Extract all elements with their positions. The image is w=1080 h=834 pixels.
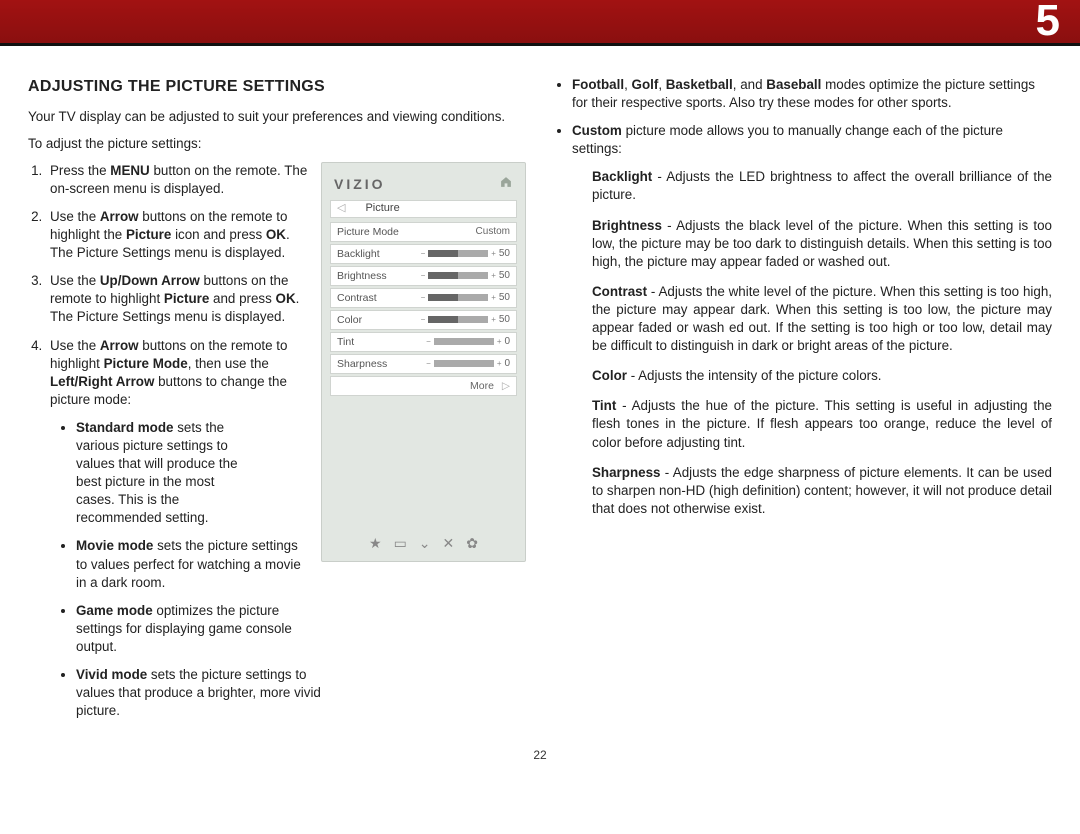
page-number: 22 xyxy=(0,748,1080,770)
mode-custom: Custom picture mode allows you to manual… xyxy=(572,122,1052,158)
label-sharpness: Sharpness xyxy=(337,357,387,371)
value-tint: 0 xyxy=(504,336,510,347)
value-backlight: 50 xyxy=(499,248,510,259)
chapter-number: 5 xyxy=(1036,0,1060,46)
mode-game: Game mode optimizes the picture settings… xyxy=(76,602,321,656)
label-contrast: Contrast xyxy=(337,291,377,305)
close-icon: ✕ xyxy=(443,534,455,553)
osd-footer-icons: ★ ▭ ⌄ ✕ ✿ xyxy=(322,534,525,553)
mode-standard: Standard mode sets the various picture s… xyxy=(76,419,246,528)
value-sharpness: 0 xyxy=(504,358,510,369)
crumb-label: Picture xyxy=(365,201,399,216)
step-2: Use the Arrow buttons on the remote to h… xyxy=(46,208,321,262)
value-color: 50 xyxy=(499,314,510,325)
row-backlight: Backlight −+ 50 xyxy=(330,244,517,264)
mode-sports: Football, Golf, Basketball, and Baseball… xyxy=(572,76,1052,112)
def-backlight: Backlight - Adjusts the LED brightness t… xyxy=(592,168,1052,204)
gear-icon: ✿ xyxy=(466,534,478,553)
step-1: Press the MENU button on the remote. The… xyxy=(46,162,321,198)
mode-movie: Movie mode sets the picture settings to … xyxy=(76,537,321,591)
row-brightness: Brightness −+ 50 xyxy=(330,266,517,286)
value-brightness: 50 xyxy=(499,270,510,281)
label-brightness: Brightness xyxy=(337,269,387,283)
label-backlight: Backlight xyxy=(337,247,380,261)
vizio-logo: VIZIO xyxy=(334,175,386,194)
mode-vivid: Vivid mode sets the picture settings to … xyxy=(76,666,321,720)
rect-icon: ▭ xyxy=(394,534,407,553)
breadcrumb: ◁ Picture xyxy=(330,200,517,218)
step-3: Use the Up/Down Arrow buttons on the rem… xyxy=(46,272,321,326)
chevron-right-icon: ▷ xyxy=(502,379,510,393)
osd-menu-screenshot: VIZIO ◁ Picture Picture Mode Custom Back… xyxy=(321,162,526,562)
home-icon xyxy=(499,175,513,194)
def-color: Color - Adjusts the intensity of the pic… xyxy=(592,367,1052,385)
star-icon: ★ xyxy=(369,534,382,553)
label-tint: Tint xyxy=(337,335,354,349)
label-color: Color xyxy=(337,313,362,327)
value-picture-mode: Custom xyxy=(476,225,510,239)
row-sharpness: Sharpness −+ 0 xyxy=(330,354,517,374)
row-color: Color −+ 50 xyxy=(330,310,517,330)
step-4: Use the Arrow buttons on the remote to h… xyxy=(46,337,321,721)
page-title: ADJUSTING THE PICTURE SETTINGS xyxy=(28,76,526,98)
header-bar: 5 xyxy=(0,0,1080,46)
more-label: More xyxy=(470,379,494,393)
row-more: More ▷ xyxy=(330,376,517,396)
row-tint: Tint −+ 0 xyxy=(330,332,517,352)
def-sharpness: Sharpness - Adjusts the edge sharpness o… xyxy=(592,464,1052,518)
def-tint: Tint - Adjusts the hue of the picture. T… xyxy=(592,397,1052,451)
lead-text: To adjust the picture settings: xyxy=(28,135,526,153)
back-icon: ◁ xyxy=(337,201,345,216)
row-picture-mode: Picture Mode Custom xyxy=(330,222,517,242)
intro-text: Your TV display can be adjusted to suit … xyxy=(28,108,526,126)
def-contrast: Contrast - Adjusts the white level of th… xyxy=(592,283,1052,355)
label-picture-mode: Picture Mode xyxy=(337,225,399,239)
value-contrast: 50 xyxy=(499,292,510,303)
def-brightness: Brightness - Adjusts the black level of … xyxy=(592,217,1052,271)
chevron-down-icon: ⌄ xyxy=(419,534,431,553)
right-column: Football, Golf, Basketball, and Baseball… xyxy=(554,76,1052,730)
left-column: ADJUSTING THE PICTURE SETTINGS Your TV d… xyxy=(28,76,526,730)
row-contrast: Contrast −+ 50 xyxy=(330,288,517,308)
